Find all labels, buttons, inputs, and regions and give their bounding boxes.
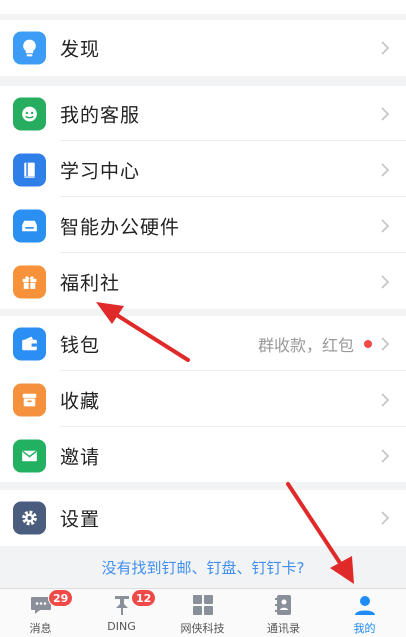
menu-item-service[interactable]: 我的客服 <box>0 86 406 141</box>
book-icon <box>13 153 46 186</box>
divider <box>60 252 406 253</box>
top-strip <box>0 0 406 14</box>
menu-label-welfare: 福利社 <box>60 272 121 294</box>
chevron-right-icon <box>381 40 390 55</box>
menu-group-personal: 钱包 群收款，红包 收藏 邀请 <box>0 316 406 482</box>
tab-label-ding: DING <box>107 620 136 633</box>
customer-service-icon <box>13 97 46 130</box>
contacts-icon <box>274 595 291 615</box>
red-dot-indicator <box>364 339 372 348</box>
divider <box>60 140 406 141</box>
chevron-right-icon <box>381 106 390 121</box>
menu-item-welfare[interactable]: 福利社 <box>0 254 406 309</box>
tab-label-workspace: 网侠科技 <box>180 622 225 635</box>
tab-label-contacts: 通讯录 <box>267 622 300 635</box>
menu-group-services: 我的客服 学习中心 智能办公硬件 福利社 <box>0 86 406 309</box>
menu-item-hardware[interactable]: 智能办公硬件 <box>0 198 406 253</box>
ding-badge: 12 <box>131 589 157 607</box>
menu-item-study[interactable]: 学习中心 <box>0 142 406 197</box>
divider <box>60 426 406 427</box>
wallet-hint-text: 群收款，红包 <box>257 335 354 355</box>
gear-icon <box>13 501 46 534</box>
tab-me[interactable]: 我的 <box>324 589 405 637</box>
missing-features-link[interactable]: 没有找到钉邮、钉盘、钉钉卡? <box>0 548 406 588</box>
gift-icon <box>13 265 46 298</box>
chevron-right-icon <box>381 162 390 177</box>
chevron-right-icon <box>381 392 390 407</box>
tab-messages[interactable]: 29 消息 <box>0 589 81 637</box>
menu-item-settings[interactable]: 设置 <box>0 490 406 545</box>
unread-badge: 29 <box>48 589 74 607</box>
divider <box>60 196 406 197</box>
tab-label-me: 我的 <box>353 622 376 635</box>
lightbulb-icon <box>13 31 46 64</box>
menu-label-hardware: 智能办公硬件 <box>60 216 181 238</box>
grid-icon <box>192 595 213 615</box>
divider <box>60 370 406 371</box>
tab-label-messages: 消息 <box>29 622 52 635</box>
menu-group-settings: 设置 <box>0 490 406 546</box>
favorites-box-icon <box>13 383 46 416</box>
menu-label-settings: 设置 <box>60 508 101 530</box>
tab-ding[interactable]: 12 DING <box>81 589 162 637</box>
menu-group-discover: 发现 <box>0 20 406 76</box>
chevron-right-icon <box>381 336 390 351</box>
chevron-right-icon <box>381 448 390 463</box>
menu-label-invite: 邀请 <box>60 446 101 468</box>
chevron-right-icon <box>381 510 390 525</box>
chevron-right-icon <box>381 218 390 233</box>
menu-label-discover: 发现 <box>60 38 101 60</box>
bottom-tab-bar: 29 消息 12 DING 网侠科技 通讯录 我的 <box>0 588 406 637</box>
chevron-right-icon <box>381 274 390 289</box>
menu-item-invite[interactable]: 邀请 <box>0 428 406 483</box>
menu-label-study: 学习中心 <box>60 160 141 182</box>
tab-contacts[interactable]: 通讯录 <box>243 589 324 637</box>
menu-label-service: 我的客服 <box>60 104 141 126</box>
device-icon <box>13 209 46 242</box>
menu-item-discover[interactable]: 发现 <box>0 20 406 75</box>
person-icon <box>354 596 375 615</box>
tab-workspace[interactable]: 网侠科技 <box>162 589 243 637</box>
menu-item-favorites[interactable]: 收藏 <box>0 372 406 427</box>
envelope-icon <box>13 439 46 472</box>
menu-label-favorites: 收藏 <box>60 390 101 412</box>
wallet-icon <box>13 327 46 360</box>
menu-item-wallet[interactable]: 钱包 群收款，红包 <box>0 316 406 371</box>
menu-label-wallet: 钱包 <box>60 334 101 356</box>
